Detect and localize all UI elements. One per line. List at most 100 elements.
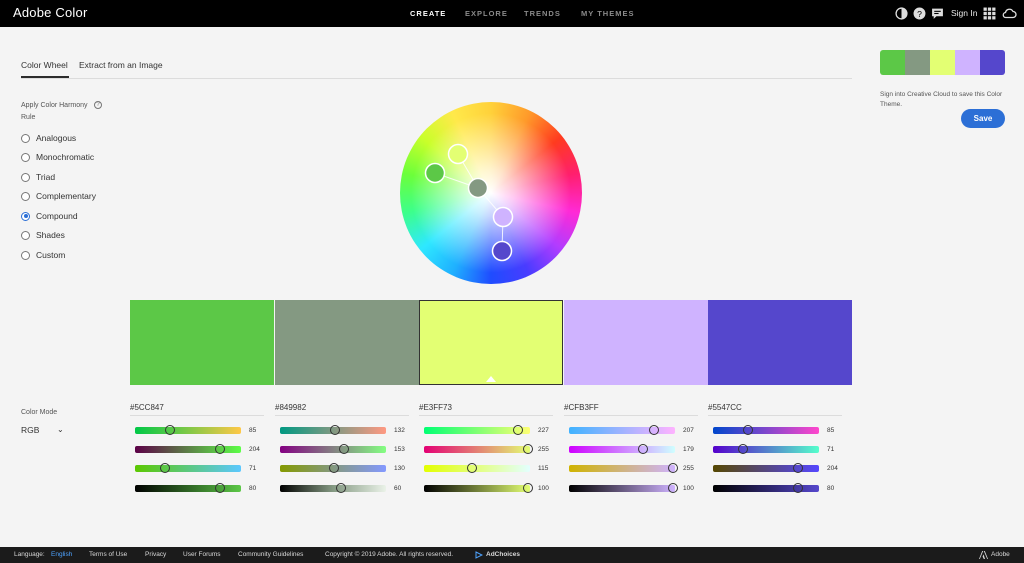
slider-value[interactable]: 227 [538, 427, 549, 434]
slider-value[interactable]: 153 [394, 446, 405, 453]
slider-knob[interactable] [737, 444, 748, 454]
slider-value[interactable]: 255 [538, 446, 549, 453]
hex-value-5[interactable]: #5547CC [708, 403, 842, 416]
nav-my-themes[interactable]: MY THEMES [581, 9, 634, 18]
apps-grid-icon[interactable] [983, 7, 996, 20]
slider-blue-4[interactable] [569, 463, 678, 473]
slider-value[interactable]: 255 [683, 465, 694, 472]
radio-analogous[interactable] [21, 133, 30, 143]
slider-blue-5[interactable] [713, 463, 819, 473]
slider-value[interactable]: 71 [827, 446, 834, 453]
slider-value[interactable]: 179 [683, 446, 694, 453]
tab-extract-from-image[interactable]: Extract from an Image [79, 60, 163, 70]
footer-link-forums[interactable]: User Forums [183, 551, 221, 558]
swatch-5[interactable] [708, 300, 852, 385]
wheel-handle-1[interactable] [424, 162, 446, 184]
slider-green-3[interactable] [424, 444, 533, 454]
slider-knob[interactable] [330, 425, 341, 435]
adchoices-icon[interactable] [475, 551, 483, 559]
rule-monochromatic[interactable]: Monochromatic [21, 151, 94, 163]
slider-green-1[interactable] [135, 444, 241, 454]
harmony-help-icon[interactable]: ? [94, 101, 102, 109]
slider-value[interactable]: 115 [538, 465, 548, 472]
feedback-icon[interactable] [931, 7, 944, 20]
swatch-4[interactable] [564, 300, 708, 385]
slider-knob[interactable] [336, 483, 347, 493]
swatch-1[interactable] [130, 300, 274, 385]
radio-monochromatic[interactable] [21, 152, 30, 162]
rule-custom[interactable]: Custom [21, 249, 65, 261]
slider-value[interactable]: 204 [827, 465, 838, 472]
app-title[interactable]: Adobe Color [13, 5, 87, 20]
slider-knob[interactable] [648, 425, 659, 435]
wheel-handle-4[interactable] [492, 206, 514, 228]
contrast-icon[interactable] [895, 7, 908, 20]
slider-value[interactable]: 132 [394, 427, 405, 434]
slider-red-1[interactable] [135, 425, 241, 435]
slider-knob[interactable] [214, 483, 225, 493]
slider-value[interactable]: 85 [827, 427, 834, 434]
slider-knob[interactable] [466, 463, 477, 473]
hex-value-2[interactable]: #849982 [275, 403, 409, 416]
slider-brightness-4[interactable] [569, 483, 678, 493]
slider-value[interactable]: 207 [683, 427, 694, 434]
slider-value[interactable]: 100 [538, 485, 549, 492]
slider-value[interactable]: 100 [683, 485, 694, 492]
slider-knob[interactable] [792, 483, 803, 493]
radio-compound[interactable] [21, 211, 30, 221]
slider-brightness-5[interactable] [713, 483, 819, 493]
slider-value[interactable]: 204 [249, 446, 260, 453]
footer-link-privacy[interactable]: Privacy [145, 551, 166, 558]
slider-knob[interactable] [338, 444, 349, 454]
slider-value[interactable]: 71 [249, 465, 256, 472]
slider-red-5[interactable] [713, 425, 819, 435]
swatch-2[interactable] [275, 300, 419, 385]
slider-knob[interactable] [667, 463, 678, 473]
slider-value[interactable]: 130 [394, 465, 405, 472]
slider-red-3[interactable] [424, 425, 530, 435]
slider-blue-1[interactable] [135, 463, 241, 473]
swatch-3-selected[interactable] [419, 300, 563, 385]
slider-knob[interactable] [638, 444, 649, 454]
tab-color-wheel[interactable]: Color Wheel [21, 60, 68, 70]
slider-knob[interactable] [522, 483, 533, 493]
slider-knob[interactable] [513, 425, 524, 435]
hex-value-3[interactable]: #E3FF73 [419, 403, 553, 416]
help-icon[interactable]: ? [913, 7, 926, 20]
slider-knob[interactable] [329, 463, 340, 473]
rule-complementary[interactable]: Complementary [21, 190, 96, 202]
slider-brightness-2[interactable] [280, 483, 386, 493]
creative-cloud-icon[interactable] [1002, 7, 1017, 20]
language-selector[interactable]: English [51, 551, 72, 558]
adchoices-link[interactable]: AdChoices [486, 551, 520, 558]
footer-link-guidelines[interactable]: Community Guidelines [238, 551, 303, 558]
radio-shades[interactable] [21, 230, 30, 240]
slider-knob[interactable] [522, 444, 533, 454]
slider-brightness-3[interactable] [424, 483, 533, 493]
slider-knob[interactable] [159, 463, 170, 473]
slider-green-4[interactable] [569, 444, 675, 454]
wheel-handle-3[interactable] [447, 143, 469, 165]
slider-blue-3[interactable] [424, 463, 530, 473]
chevron-down-icon[interactable]: ⌄ [57, 425, 64, 434]
slider-green-5[interactable] [713, 444, 819, 454]
save-button[interactable]: Save [961, 109, 1005, 128]
slider-knob[interactable] [792, 463, 803, 473]
radio-complementary[interactable] [21, 191, 30, 201]
slider-knob[interactable] [742, 425, 753, 435]
rule-compound[interactable]: Compound [21, 210, 78, 222]
slider-value[interactable]: 85 [249, 427, 256, 434]
wheel-handle-5[interactable] [491, 240, 513, 262]
nav-create[interactable]: CREATE [410, 9, 446, 18]
slider-knob[interactable] [667, 483, 678, 493]
nav-explore[interactable]: EXPLORE [465, 9, 508, 18]
slider-blue-2[interactable] [280, 463, 386, 473]
slider-value[interactable]: 80 [827, 485, 834, 492]
radio-triad[interactable] [21, 172, 30, 182]
rule-analogous[interactable]: Analogous [21, 132, 76, 144]
hex-value-1[interactable]: #5CC847 [130, 403, 264, 416]
hex-value-4[interactable]: #CFB3FF [564, 403, 698, 416]
radio-custom[interactable] [21, 250, 30, 260]
slider-value[interactable]: 80 [249, 485, 256, 492]
footer-link-terms[interactable]: Terms of Use [89, 551, 127, 558]
